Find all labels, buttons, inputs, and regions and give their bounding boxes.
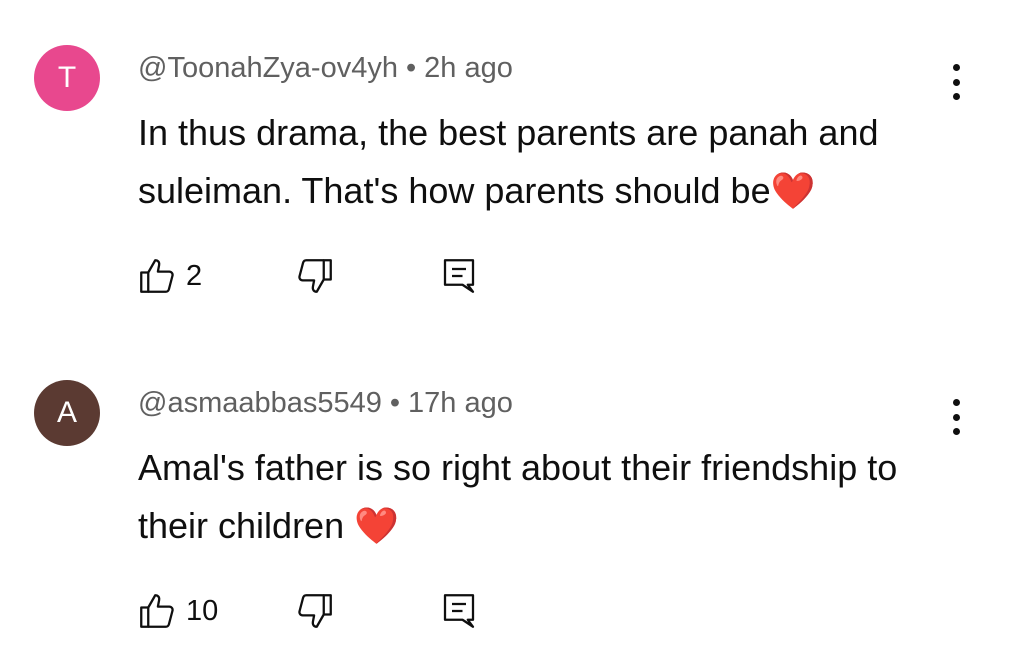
more-vertical-icon[interactable] [942, 395, 970, 439]
reply-comment-icon [443, 594, 475, 628]
like-button[interactable]: 2 [136, 254, 202, 298]
comment-actions: 2 [136, 254, 496, 298]
comment-actions: 10 [136, 589, 496, 633]
author-name[interactable]: @asmaabbas5549 [138, 387, 382, 419]
comment-time[interactable]: 17h ago [408, 387, 513, 419]
like-button[interactable]: 10 [136, 589, 218, 633]
avatar[interactable]: A [34, 380, 100, 446]
reply-comment-icon [443, 259, 475, 293]
comment-text-block: Amal's father is so right about their fr… [138, 439, 958, 555]
comment: T @ToonahZya-ov4yh • 2h ago In thus drama,… [0, 0, 1024, 335]
comment-text: Amal's father is so right about their fr… [138, 447, 898, 546]
thumbs-down-icon [298, 259, 332, 293]
like-count: 10 [186, 594, 219, 627]
thumbs-down-icon [298, 594, 332, 628]
reply-button[interactable] [438, 589, 480, 633]
thumbs-up-icon [140, 594, 174, 628]
separator-dot: • [389, 387, 401, 419]
dislike-button[interactable] [294, 254, 336, 298]
thumbs-up-icon [140, 259, 174, 293]
comment-meta: @ToonahZya-ov4yh • 2h ago [138, 52, 513, 85]
like-count: 2 [186, 259, 203, 292]
comment-text: In thus drama, the best parents are pana… [138, 112, 879, 211]
heart-emoji: ❤️ [354, 505, 399, 546]
avatar[interactable]: T [34, 45, 100, 111]
comment-text-block: In thus drama, the best parents are pana… [138, 104, 958, 220]
author-name[interactable]: @ToonahZya-ov4yh [138, 52, 398, 84]
reply-button[interactable] [438, 254, 480, 298]
avatar-letter: T [57, 61, 77, 94]
dislike-button[interactable] [294, 589, 336, 633]
comment-meta: @asmaabbas5549 • 17h ago [138, 387, 513, 420]
comment-time[interactable]: 2h ago [424, 52, 513, 84]
comment: A @asmaabbas5549 • 17h ago Amal's father i… [0, 335, 1024, 669]
avatar-letter: A [56, 396, 77, 429]
heart-emoji: ❤️ [770, 170, 816, 211]
more-vertical-icon[interactable] [942, 60, 970, 104]
separator-dot: • [405, 52, 417, 84]
